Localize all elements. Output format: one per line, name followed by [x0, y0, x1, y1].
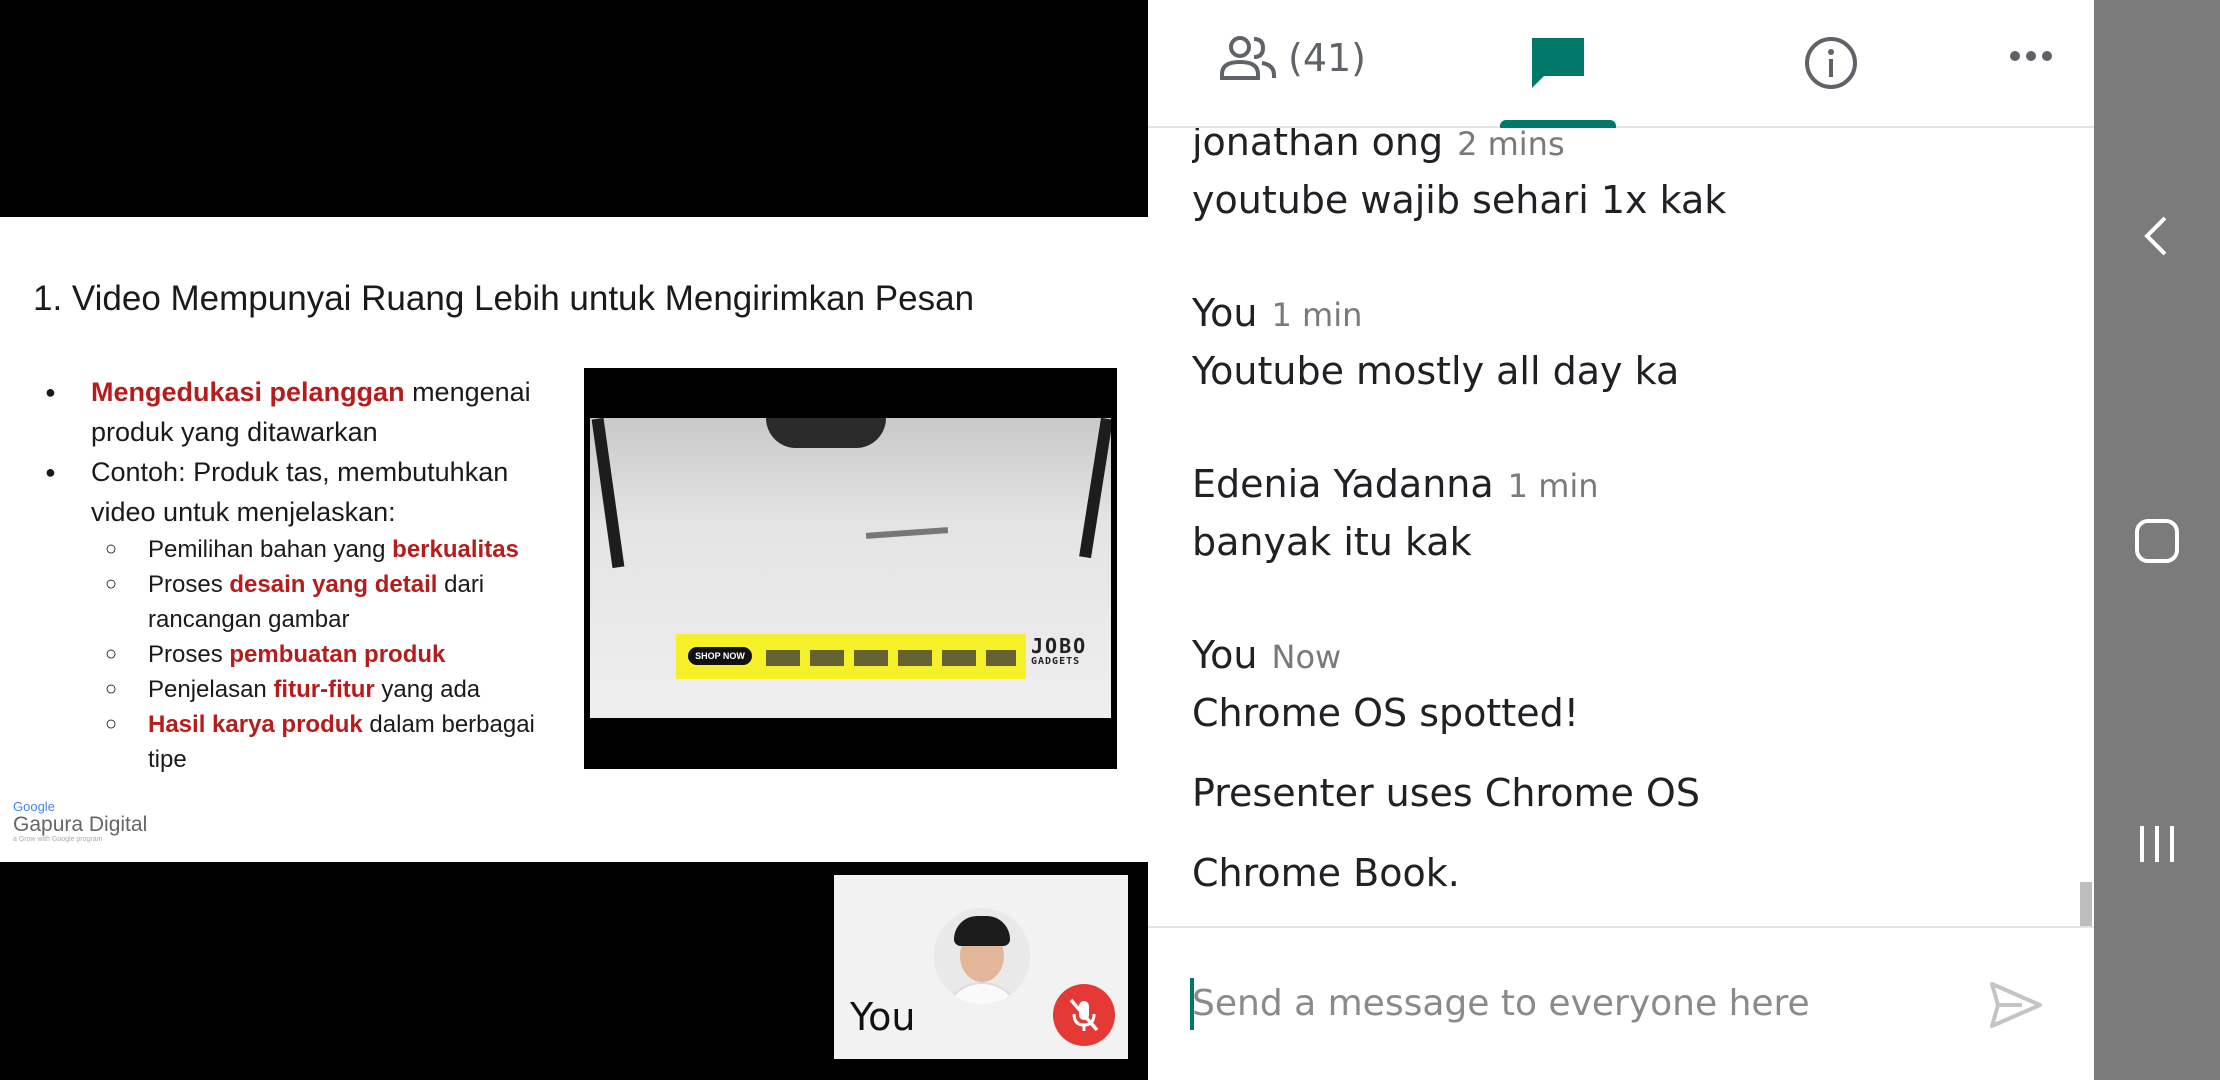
scrollbar-thumb[interactable] — [2080, 882, 2092, 926]
more-options-button[interactable] — [2008, 48, 2054, 67]
info-icon — [1805, 37, 1857, 89]
chat-message: jonathan ong 2 mins youtube wajib sehari … — [1192, 128, 1726, 222]
slide-bullet: Mengedukasi pelanggan mengenai produk ya… — [45, 372, 555, 452]
message-composer — [1148, 926, 2094, 1080]
chat-tab[interactable] — [1500, 30, 1620, 128]
mic-off-icon[interactable] — [1053, 984, 1115, 1046]
recents-icon — [2140, 826, 2174, 862]
more-horizontal-icon — [2010, 51, 2052, 61]
home-square-icon — [2135, 519, 2179, 563]
people-icon — [1220, 36, 1276, 80]
ad-products-strip — [766, 650, 1016, 666]
send-button[interactable] — [1988, 980, 2044, 1034]
recents-button[interactable] — [2131, 818, 2183, 874]
chat-message: You Now Chrome OS spotted! Presenter uses… — [1192, 633, 1700, 895]
message-time: Now — [1271, 638, 1342, 676]
embedded-video: SHOP NOW JOBO GADGETS — [584, 368, 1117, 769]
chat-icon — [1532, 38, 1584, 88]
info-button[interactable] — [1803, 35, 1859, 95]
slide-bullet-list: Mengedukasi pelanggan mengenai produk ya… — [45, 372, 555, 777]
message-sender: Edenia Yadanna — [1192, 462, 1494, 506]
table-leg — [591, 418, 625, 569]
active-tab-indicator — [1500, 120, 1616, 128]
gapura-digital-logo: Google Gapura Digital a Grow with Google… — [13, 799, 148, 843]
message-text: Chrome Book. — [1192, 851, 1460, 895]
presented-slide: 1. Video Mempunyai Ruang Lebih untuk Men… — [0, 217, 1148, 862]
message-text: Chrome OS spotted! — [1192, 691, 1579, 735]
video-ad-banner[interactable]: SHOP NOW — [676, 634, 1026, 679]
chat-message-list: jonathan ong 2 mins youtube wajib sehari … — [1192, 128, 2062, 924]
slide-bullet: Contoh: Produk tas, membutuhkan video un… — [45, 452, 555, 532]
slide-title: 1. Video Mempunyai Ruang Lebih untuk Men… — [33, 279, 975, 318]
home-button[interactable] — [2131, 515, 2183, 571]
message-time: 1 min — [1271, 296, 1363, 334]
bag-shape — [766, 418, 886, 448]
system-navigation-bar — [2094, 0, 2220, 1080]
people-tab[interactable]: (41) — [1218, 34, 1366, 82]
presentation-area: 1. Video Mempunyai Ruang Lebih untuk Men… — [0, 0, 1148, 1080]
message-time: 2 mins — [1457, 128, 1565, 163]
chat-header: (41) — [1148, 0, 2094, 128]
back-chevron-icon — [2144, 216, 2167, 256]
slide-sub-bullet: Proses desain yang detail dari rancangan… — [45, 567, 555, 637]
table-leg — [1079, 418, 1111, 559]
message-time: 1 min — [1507, 467, 1599, 505]
slide-sub-bullet: Penjelasan fitur-fitur yang ada — [45, 672, 555, 707]
chat-message: You 1 min Youtube mostly all day ka — [1192, 291, 1679, 393]
video-brand-watermark: JOBO GADGETS — [1031, 634, 1088, 667]
slide-sub-bullet: Pemilihan bahan yang berkualitas — [45, 532, 555, 567]
chat-message: Edenia Yadanna 1 min banyak itu kak — [1192, 462, 1599, 564]
slide-sub-bullet: Hasil karya produk dalam berbagai tipe — [45, 707, 555, 777]
message-sender: jonathan ong — [1192, 128, 1444, 164]
chat-panel: (41) jonathan ong 2 mins youtube wajib s… — [1148, 0, 2094, 1080]
message-sender: You — [1192, 291, 1258, 335]
slide-sub-bullet: Proses pembuatan produk — [45, 637, 555, 672]
self-video-tile[interactable]: You — [834, 875, 1128, 1059]
message-text: Youtube mostly all day ka — [1192, 349, 1680, 393]
participant-count: (41) — [1288, 36, 1367, 80]
avatar — [934, 908, 1030, 1004]
message-text: Presenter uses Chrome OS — [1192, 771, 1700, 815]
back-button[interactable] — [2131, 210, 2183, 266]
message-text: youtube wajib sehari 1x kak — [1192, 178, 1727, 222]
message-text: banyak itu kak — [1192, 520, 1472, 564]
message-sender: You — [1192, 633, 1258, 677]
message-input[interactable] — [1192, 968, 1952, 1038]
self-tile-label: You — [850, 995, 916, 1039]
shop-now-button[interactable]: SHOP NOW — [688, 647, 752, 665]
object-shadow — [865, 527, 949, 539]
send-icon — [1990, 982, 2042, 1028]
